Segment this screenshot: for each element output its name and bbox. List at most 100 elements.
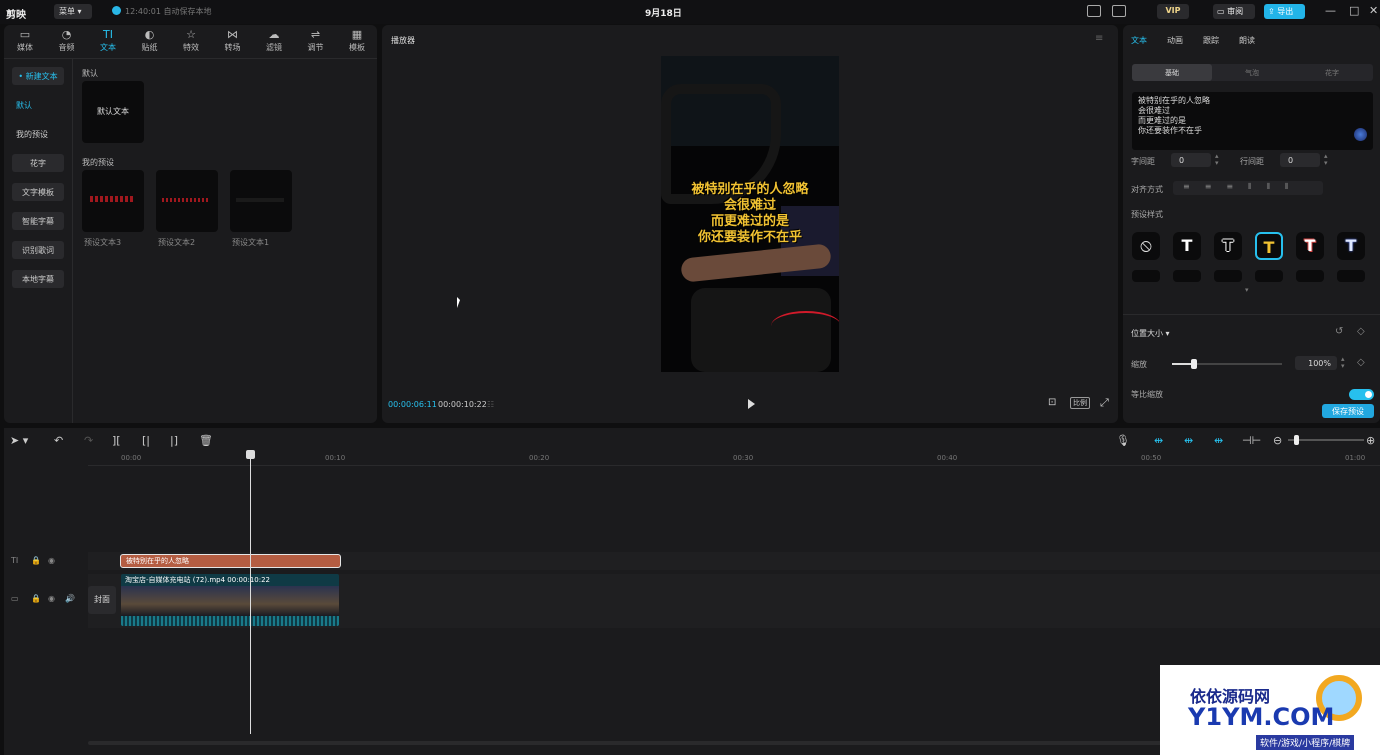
line-spacing-input[interactable]: 0 — [1280, 153, 1320, 167]
tab-animation[interactable]: 动画 — [1167, 35, 1183, 46]
preset-style-1[interactable]: T — [1173, 232, 1201, 260]
delete-icon[interactable]: 🗑 — [199, 434, 213, 447]
preset-style-11[interactable] — [1337, 270, 1365, 282]
tab-5[interactable]: ⋈ 转场 — [216, 28, 250, 53]
preset-style-4[interactable]: T — [1296, 232, 1324, 260]
ratio-button[interactable]: 比例 — [1070, 397, 1090, 409]
timeline-grid-icon[interactable]: ☷ — [487, 400, 494, 409]
scale-slider-knob[interactable] — [1191, 359, 1197, 369]
preset-style-8[interactable] — [1214, 270, 1242, 282]
tab-0[interactable]: ▭ 媒体 — [8, 28, 42, 53]
sidebar-item-5[interactable]: 智能字幕 — [12, 212, 64, 230]
ai-assist-icon[interactable] — [1354, 128, 1367, 141]
cover-button[interactable]: 封面 — [88, 586, 116, 614]
sidebar-item-4[interactable]: 文字模板 — [12, 183, 64, 201]
preset-card-3[interactable] — [82, 170, 144, 232]
tab-text[interactable]: 文本 — [1131, 35, 1147, 46]
sidebar-item-1[interactable]: 默认 — [12, 96, 64, 114]
play-icon[interactable] — [748, 399, 755, 409]
zoom-slider[interactable] — [1288, 435, 1364, 445]
subtab-bubble[interactable]: 气泡 — [1212, 64, 1292, 81]
tab-8[interactable]: ▦ 模板 — [340, 28, 374, 53]
tab-7[interactable]: ⇌ 调节 — [299, 28, 333, 53]
save-preset-button[interactable]: 保存预设 — [1322, 404, 1374, 418]
select-tool-icon[interactable]: ➤ ▾ — [10, 434, 28, 447]
subtab-fancy[interactable]: 花字 — [1292, 64, 1372, 81]
vip-badge[interactable]: VIP — [1157, 4, 1189, 19]
tab-3[interactable]: ◐ 贴纸 — [133, 28, 167, 53]
tab-4[interactable]: ☆ 特效 — [174, 28, 208, 53]
keyboard-icon[interactable] — [1087, 5, 1101, 17]
scale-slider[interactable] — [1172, 359, 1282, 369]
video-track-eye-icon[interactable]: ◉ — [48, 594, 55, 603]
line-spacing-stepper[interactable]: ▴ ▾ — [1324, 153, 1328, 167]
close-icon[interactable]: ✕ — [1369, 4, 1378, 17]
sidebar-item-0[interactable]: • 新建文本 — [12, 67, 64, 85]
trim-right-icon[interactable]: |] — [170, 434, 178, 447]
split-view-icon[interactable]: ⊣⊢ — [1242, 434, 1261, 447]
maximize-icon[interactable]: □ — [1349, 4, 1359, 17]
preset-style-5[interactable]: T — [1337, 232, 1365, 260]
video-track-lock-icon[interactable]: 🔒 — [31, 594, 41, 603]
playhead[interactable] — [246, 450, 255, 734]
export-button[interactable]: ⇪ 导出 — [1264, 4, 1305, 19]
zoom-out-icon[interactable]: ⊖ — [1273, 434, 1282, 447]
preset-style-2[interactable]: T — [1214, 232, 1242, 260]
undo-icon[interactable]: ↶ — [54, 434, 63, 447]
tab-read-aloud[interactable]: 朗读 — [1239, 35, 1255, 46]
layout-icon[interactable] — [1112, 5, 1126, 17]
sidebar-item-6[interactable]: 识别歌词 — [12, 241, 64, 259]
snap-link-icon[interactable]: ⇹ — [1184, 434, 1193, 447]
reset-icon[interactable]: ↺ — [1335, 326, 1343, 337]
zoom-in-icon[interactable]: ⊕ — [1366, 434, 1375, 447]
expand-presets-icon[interactable]: ▾ — [1245, 286, 1249, 294]
preset-card-1[interactable] — [230, 170, 292, 232]
menu-button[interactable]: 菜单 ▾ — [54, 4, 92, 19]
preset-card-2[interactable] — [156, 170, 218, 232]
text-track-eye-icon[interactable]: ◉ — [48, 556, 55, 565]
scale-input[interactable]: 100% — [1295, 356, 1337, 370]
snap-main-icon[interactable]: ⇹ — [1154, 434, 1163, 447]
tab-tracking[interactable]: 跟踪 — [1203, 35, 1219, 46]
text-track-lock-icon[interactable]: 🔒 — [31, 556, 41, 565]
fullscreen-icon[interactable]: ⤢ — [1100, 396, 1109, 410]
sidebar-item-2[interactable]: 我的预设 — [12, 125, 64, 143]
screenshot-icon[interactable]: ⊡ — [1048, 397, 1056, 408]
tab-1[interactable]: ◔ 音频 — [50, 28, 84, 53]
review-button[interactable]: ▭ 审阅 — [1213, 4, 1255, 19]
player-menu-icon[interactable]: ≡ — [1095, 33, 1103, 44]
preset-style-10[interactable] — [1296, 270, 1324, 282]
preset-style-7[interactable] — [1173, 270, 1201, 282]
text-clip[interactable]: 被特别在乎的人忽略 — [120, 554, 341, 568]
subtab-basic[interactable]: 基础 — [1132, 64, 1212, 81]
sidebar-item-7[interactable]: 本地字幕 — [12, 270, 64, 288]
default-text-card[interactable]: 默认文本 — [82, 81, 144, 143]
preset-none-icon[interactable]: ⦸ — [1132, 232, 1160, 260]
video-clip[interactable]: 淘宝店-自媒体充电站 (72).mp4 00:00:10:22 — [121, 574, 339, 626]
keyframe-icon[interactable]: ◇ — [1357, 326, 1365, 337]
preset-style-6[interactable] — [1132, 270, 1160, 282]
scale-keyframe-icon[interactable]: ◇ — [1357, 357, 1365, 368]
minimize-icon[interactable]: — — [1325, 4, 1336, 17]
tab-label: 转场 — [224, 43, 241, 52]
video-preview[interactable]: 被特别在乎的人忽略 会很难过 而更难过的是 你还要装作不在乎 — [661, 56, 839, 372]
char-spacing-input[interactable]: 0 — [1171, 153, 1211, 167]
char-spacing-stepper[interactable]: ▴ ▾ — [1215, 153, 1219, 167]
text-content-input[interactable]: 被特别在乎的人忽略 会很难过 而更难过的是 你还要装作不在乎 — [1132, 92, 1373, 150]
tab-6[interactable]: ☁ 滤镜 — [257, 28, 291, 53]
snap-preview-icon[interactable]: ⇹ — [1214, 434, 1223, 447]
tab-2[interactable]: TI 文本 — [91, 28, 125, 53]
video-track-audio-icon[interactable]: 🔊 — [65, 594, 75, 603]
alignment-options[interactable]: ≡≡≡⫴⫴⫴ — [1173, 181, 1323, 195]
time-ruler[interactable]: 00:00 00:10 00:20 00:30 00:40 00:50 01:0… — [88, 450, 1380, 466]
redo-icon[interactable]: ↷ — [84, 434, 93, 447]
preset-style-9[interactable] — [1255, 270, 1283, 282]
uniform-scale-toggle[interactable] — [1349, 389, 1374, 400]
trim-left-icon[interactable]: [| — [142, 434, 150, 447]
split-icon[interactable]: ][ — [112, 434, 121, 447]
sidebar-item-3[interactable]: 花字 — [12, 154, 64, 172]
microphone-icon[interactable]: 🎙 — [1116, 434, 1130, 447]
preset-style-3[interactable]: T — [1255, 232, 1283, 260]
scale-stepper[interactable]: ▴ ▾ — [1341, 356, 1345, 370]
zoom-slider-knob[interactable] — [1294, 435, 1299, 445]
